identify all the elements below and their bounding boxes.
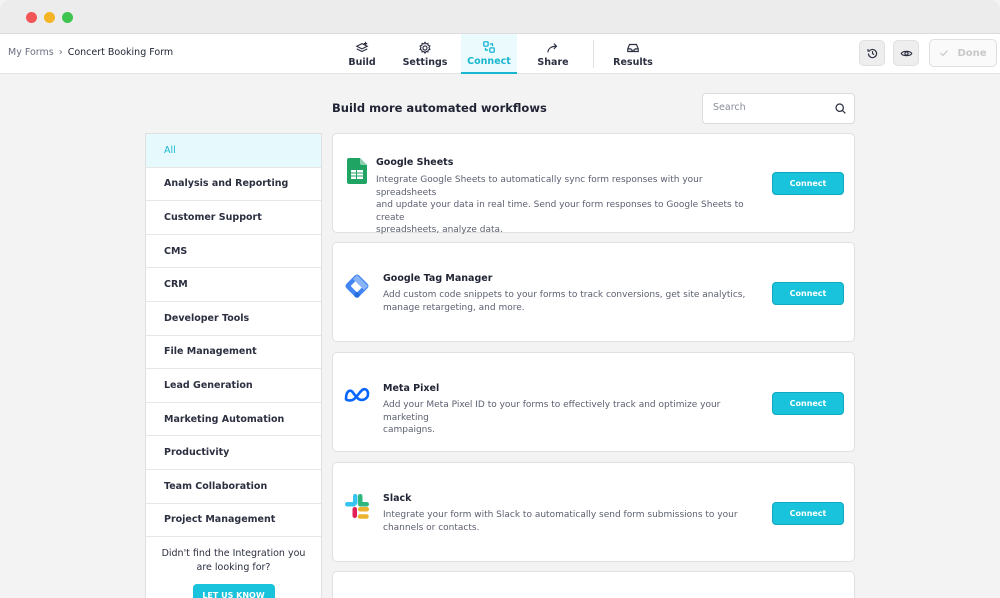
inbox-icon <box>627 43 639 52</box>
category-team-collaboration[interactable]: Team Collaboration <box>146 470 321 504</box>
tab-results[interactable]: Results <box>612 34 654 74</box>
search-field[interactable] <box>702 93 855 124</box>
tab-build[interactable]: Build <box>344 34 380 74</box>
breadcrumb-current-form: Concert Booking Form <box>67 47 174 58</box>
build-icon <box>355 41 369 52</box>
description-line: Add your Meta Pixel ID to your forms to … <box>383 400 721 423</box>
google-tag-manager-icon <box>344 273 370 299</box>
connect-slack-button[interactable]: Connect <box>772 502 844 525</box>
integration-description: Integrate your form with Slack to automa… <box>383 509 768 534</box>
description-line: Integrate your form with Slack to automa… <box>383 510 738 520</box>
breadcrumb-separator: › <box>58 47 63 58</box>
search-input[interactable] <box>713 102 831 113</box>
slack-icon <box>344 493 370 519</box>
tab-connect[interactable]: Connect <box>461 34 517 74</box>
category-customer-support[interactable]: Customer Support <box>146 201 321 235</box>
connect-icon <box>483 40 495 53</box>
tab-connect-label: Connect <box>467 55 511 67</box>
missing-integration-prompt: Didn't find the Integration you are look… <box>146 535 321 598</box>
nav-divider <box>593 40 594 68</box>
let-us-know-button[interactable]: LET US KNOW <box>192 584 275 598</box>
tab-build-label: Build <box>348 56 376 68</box>
integration-name: Slack <box>383 493 412 504</box>
description-line: manage retargeting, and more. <box>383 302 525 313</box>
description-line: Add custom code snippets to your forms t… <box>383 290 746 300</box>
share-arrow-icon <box>547 42 558 53</box>
integration-description: Add your Meta Pixel ID to your forms to … <box>383 399 768 437</box>
gear-icon <box>419 40 431 54</box>
tab-settings-label: Settings <box>402 56 448 68</box>
maximize-window-button[interactable] <box>62 12 73 23</box>
category-developer-tools[interactable]: Developer Tools <box>146 302 321 336</box>
category-sidebar: All Analysis and Reporting Customer Supp… <box>145 133 322 598</box>
integration-card-slack: Slack Integrate your form with Slack to … <box>332 462 855 562</box>
connect-google-tag-manager-button[interactable]: Connect <box>772 282 844 305</box>
integration-card-partial <box>332 571 855 598</box>
meta-pixel-icon <box>344 382 370 408</box>
category-productivity[interactable]: Productivity <box>146 436 321 470</box>
category-file-management[interactable]: File Management <box>146 336 321 370</box>
integration-name: Google Tag Manager <box>383 273 493 284</box>
eye-icon <box>900 50 912 56</box>
top-navigation-bar: My Forms › Concert Booking Form Build Se… <box>0 34 1000 74</box>
close-window-button[interactable] <box>26 12 37 23</box>
tab-settings[interactable]: Settings <box>402 34 448 74</box>
page-title: Build more automated workflows <box>332 101 547 115</box>
done-button[interactable]: Done <box>929 39 997 67</box>
window-title-bar <box>0 0 1000 34</box>
description-line: campaigns. <box>383 425 435 435</box>
preview-button[interactable] <box>893 40 919 66</box>
search-icon[interactable] <box>834 102 847 115</box>
category-lead-generation[interactable]: Lead Generation <box>146 369 321 403</box>
revision-history-button[interactable] <box>859 40 885 66</box>
category-project-management[interactable]: Project Management <box>146 504 321 538</box>
connect-meta-pixel-button[interactable]: Connect <box>772 392 844 415</box>
integration-card-google-sheets: Google Sheets Integrate Google Sheets to… <box>332 133 855 235</box>
google-sheets-icon <box>344 158 370 184</box>
integration-description: Add custom code snippets to your forms t… <box>383 289 768 314</box>
minimize-window-button[interactable] <box>44 12 55 23</box>
breadcrumb: My Forms › Concert Booking Form <box>8 47 173 58</box>
integration-card-google-tag-manager: Google Tag Manager Add custom code snipp… <box>332 242 855 342</box>
checkmark-icon <box>940 50 949 57</box>
missing-integration-line1: Didn't find the Integration you <box>161 548 306 559</box>
category-cms[interactable]: CMS <box>146 235 321 269</box>
description-line: and update your data in real time. Send … <box>376 200 744 223</box>
tab-share-label: Share <box>537 56 569 68</box>
category-crm[interactable]: CRM <box>146 268 321 302</box>
category-all[interactable]: All <box>146 134 321 168</box>
description-line: Integrate Google Sheets to automatically… <box>376 175 703 198</box>
tab-share[interactable]: Share <box>535 34 571 74</box>
integration-name: Meta Pixel <box>383 383 440 394</box>
integration-name: Google Sheets <box>376 157 454 168</box>
tab-results-label: Results <box>613 56 653 68</box>
done-button-label: Done <box>957 47 987 59</box>
description-line: spreadsheets, analyze data. <box>376 225 503 235</box>
category-analysis-and-reporting[interactable]: Analysis and Reporting <box>146 168 321 202</box>
missing-integration-line2: are looking for? <box>196 562 271 573</box>
breadcrumb-my-forms[interactable]: My Forms <box>8 47 54 58</box>
history-icon <box>866 48 877 58</box>
connect-google-sheets-button[interactable]: Connect <box>772 172 844 195</box>
category-marketing-automation[interactable]: Marketing Automation <box>146 403 321 437</box>
description-line: channels or contacts. <box>383 522 480 533</box>
integration-card-meta-pixel: Meta Pixel Add your Meta Pixel ID to you… <box>332 352 855 452</box>
integration-description: Integrate Google Sheets to automatically… <box>376 174 761 237</box>
